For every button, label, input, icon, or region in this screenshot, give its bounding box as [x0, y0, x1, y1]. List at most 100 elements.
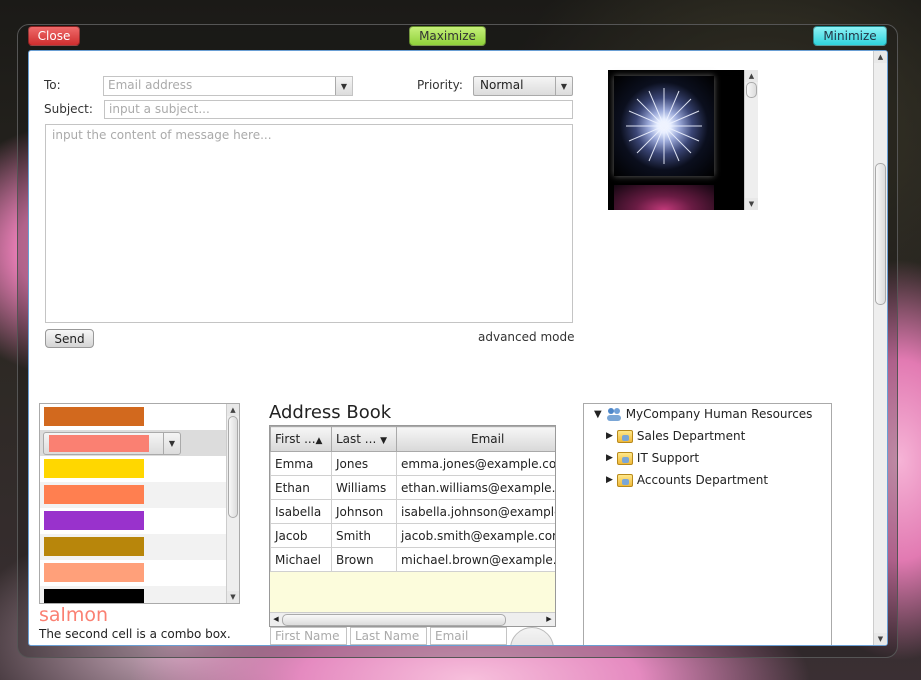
color-swatch — [44, 589, 144, 603]
column-header-first-name[interactable]: First ...▲ — [270, 426, 332, 452]
sort-ascending-icon: ▲ — [315, 436, 323, 446]
scroll-down-icon[interactable]: ▼ — [745, 198, 758, 210]
address-book-table-container: First ...▲ Last ... ▼ Email Emma Jones e… — [269, 425, 556, 627]
color-list-item[interactable] — [40, 456, 226, 482]
tree-node-root[interactable]: ▼ MyCompany Human Resources — [594, 407, 812, 421]
cell-last-name[interactable]: Williams — [331, 475, 397, 500]
main-panel: To: Email address ▼ Priority: Normal ▼ S… — [28, 50, 888, 646]
new-email-input[interactable]: Email — [430, 627, 507, 645]
scroll-down-icon[interactable]: ▼ — [227, 591, 239, 603]
color-combo-cell[interactable]: ▼ — [40, 430, 226, 456]
to-dropdown-button[interactable]: ▼ — [335, 77, 352, 95]
chevron-down-icon: ▼ — [168, 439, 176, 448]
cell-last-name[interactable]: Johnson — [331, 499, 397, 524]
gallery-scrollbar[interactable]: ▲ ▼ — [744, 70, 758, 210]
cell-first-name[interactable]: Jacob — [270, 523, 332, 548]
first-name-placeholder: First Name — [275, 629, 340, 643]
address-book-title: Address Book — [269, 402, 392, 423]
main-scroll-thumb[interactable] — [875, 163, 886, 305]
to-input[interactable]: Email address ▼ — [103, 76, 353, 96]
table-row[interactable]: Ethan Williams ethan.williams@example.co… — [270, 475, 555, 500]
color-list-item[interactable] — [40, 586, 226, 603]
fireworks-image[interactable] — [614, 76, 714, 176]
cell-first-name[interactable]: Ethan — [270, 475, 332, 500]
cell-first-name[interactable]: Emma — [270, 451, 332, 476]
cell-last-name[interactable]: Brown — [331, 547, 397, 572]
cell-email[interactable]: michael.brown@example.com — [396, 547, 555, 572]
collapse-toggle-icon[interactable]: ▶ — [606, 431, 613, 441]
priority-value: Normal — [480, 78, 524, 92]
scroll-left-icon[interactable]: ◀ — [270, 613, 282, 626]
new-last-name-input[interactable]: Last Name — [350, 627, 427, 645]
org-tree: ▼ MyCompany Human Resources ▶ Sales Depa… — [583, 403, 832, 645]
color-swatch — [44, 485, 144, 504]
color-list-item[interactable] — [40, 482, 226, 508]
priority-dropdown-button[interactable]: ▼ — [555, 77, 572, 95]
color-swatch — [44, 511, 144, 530]
color-list-scroll-thumb[interactable] — [228, 416, 238, 518]
new-first-name-input[interactable]: First Name — [270, 627, 347, 645]
tree-node-accounts[interactable]: ▶ Accounts Department — [606, 473, 768, 487]
add-contact-button[interactable] — [510, 627, 554, 645]
scroll-up-icon[interactable]: ▲ — [227, 404, 239, 416]
column-header-last-name[interactable]: Last ... ▼ — [331, 426, 397, 452]
subject-input[interactable]: input a subject... — [104, 100, 573, 119]
image-gallery: ▲ ▼ — [608, 70, 758, 210]
maximize-button[interactable]: Maximize — [409, 26, 486, 46]
color-list-item[interactable] — [40, 404, 226, 430]
to-label: To: — [44, 78, 61, 92]
cell-last-name[interactable]: Jones — [331, 451, 397, 476]
priority-select[interactable]: Normal ▼ — [473, 76, 573, 96]
color-list-item[interactable] — [40, 560, 226, 586]
address-book-hscrollbar[interactable]: ◀ ▶ — [270, 612, 555, 626]
address-book-scroll-thumb[interactable] — [282, 614, 506, 626]
priority-label: Priority: — [417, 78, 463, 92]
tree-node-it-support[interactable]: ▶ IT Support — [606, 451, 699, 465]
cell-first-name[interactable]: Isabella — [270, 499, 332, 524]
color-list-item[interactable] — [40, 508, 226, 534]
close-button[interactable]: Close — [28, 26, 80, 46]
scroll-up-icon[interactable]: ▲ — [745, 70, 758, 82]
scroll-right-icon[interactable]: ▶ — [543, 613, 555, 626]
message-body-textarea[interactable]: input the content of message here... — [45, 124, 573, 323]
table-row[interactable]: Jacob Smith jacob.smith@example.com — [270, 523, 555, 548]
color-combo-box[interactable]: ▼ — [43, 432, 181, 455]
column-header-email[interactable]: Email — [396, 426, 555, 452]
main-scrollbar[interactable]: ▲ ▼ — [873, 51, 887, 645]
cell-last-name[interactable]: Smith — [331, 523, 397, 548]
color-listbox: ▼ ▲ ▼ — [39, 403, 240, 604]
sort-descending-icon: ▼ — [380, 436, 388, 446]
combo-dropdown-button[interactable]: ▼ — [163, 433, 180, 454]
expand-toggle-icon[interactable]: ▼ — [594, 409, 602, 420]
color-list-scrollbar[interactable]: ▲ ▼ — [226, 404, 239, 603]
cell-email[interactable]: jacob.smith@example.com — [396, 523, 555, 548]
color-swatch — [49, 435, 149, 452]
gallery-scroll-thumb[interactable] — [746, 82, 757, 98]
firework-burst-icon — [626, 88, 702, 164]
selected-color-name: salmon — [39, 604, 108, 626]
fireworks-thumbnail[interactable] — [614, 185, 714, 210]
table-row[interactable]: Michael Brown michael.brown@example.com — [270, 547, 555, 572]
advanced-mode-link[interactable]: advanced mode — [478, 330, 574, 344]
color-swatch — [44, 563, 144, 582]
last-name-placeholder: Last Name — [355, 629, 420, 643]
address-book-table: First ...▲ Last ... ▼ Email Emma Jones e… — [270, 426, 555, 572]
scroll-down-icon[interactable]: ▼ — [874, 633, 887, 645]
cell-email[interactable]: ethan.williams@example.com — [396, 475, 555, 500]
scroll-up-icon[interactable]: ▲ — [874, 51, 887, 63]
chevron-down-icon: ▼ — [560, 81, 568, 91]
send-button[interactable]: Send — [45, 329, 94, 348]
collapse-toggle-icon[interactable]: ▶ — [606, 453, 613, 463]
cell-email[interactable]: isabella.johnson@example.com — [396, 499, 555, 524]
body-placeholder: input the content of message here... — [52, 128, 272, 142]
color-list-item[interactable] — [40, 534, 226, 560]
folder-icon — [616, 429, 633, 443]
minimize-button[interactable]: Minimize — [813, 26, 887, 46]
tree-node-sales[interactable]: ▶ Sales Department — [606, 429, 745, 443]
table-row[interactable]: Emma Jones emma.jones@example.com — [270, 451, 555, 476]
chevron-down-icon: ▼ — [340, 81, 348, 91]
cell-email[interactable]: emma.jones@example.com — [396, 451, 555, 476]
collapse-toggle-icon[interactable]: ▶ — [606, 475, 613, 485]
cell-first-name[interactable]: Michael — [270, 547, 332, 572]
table-row[interactable]: Isabella Johnson isabella.johnson@exampl… — [270, 499, 555, 524]
